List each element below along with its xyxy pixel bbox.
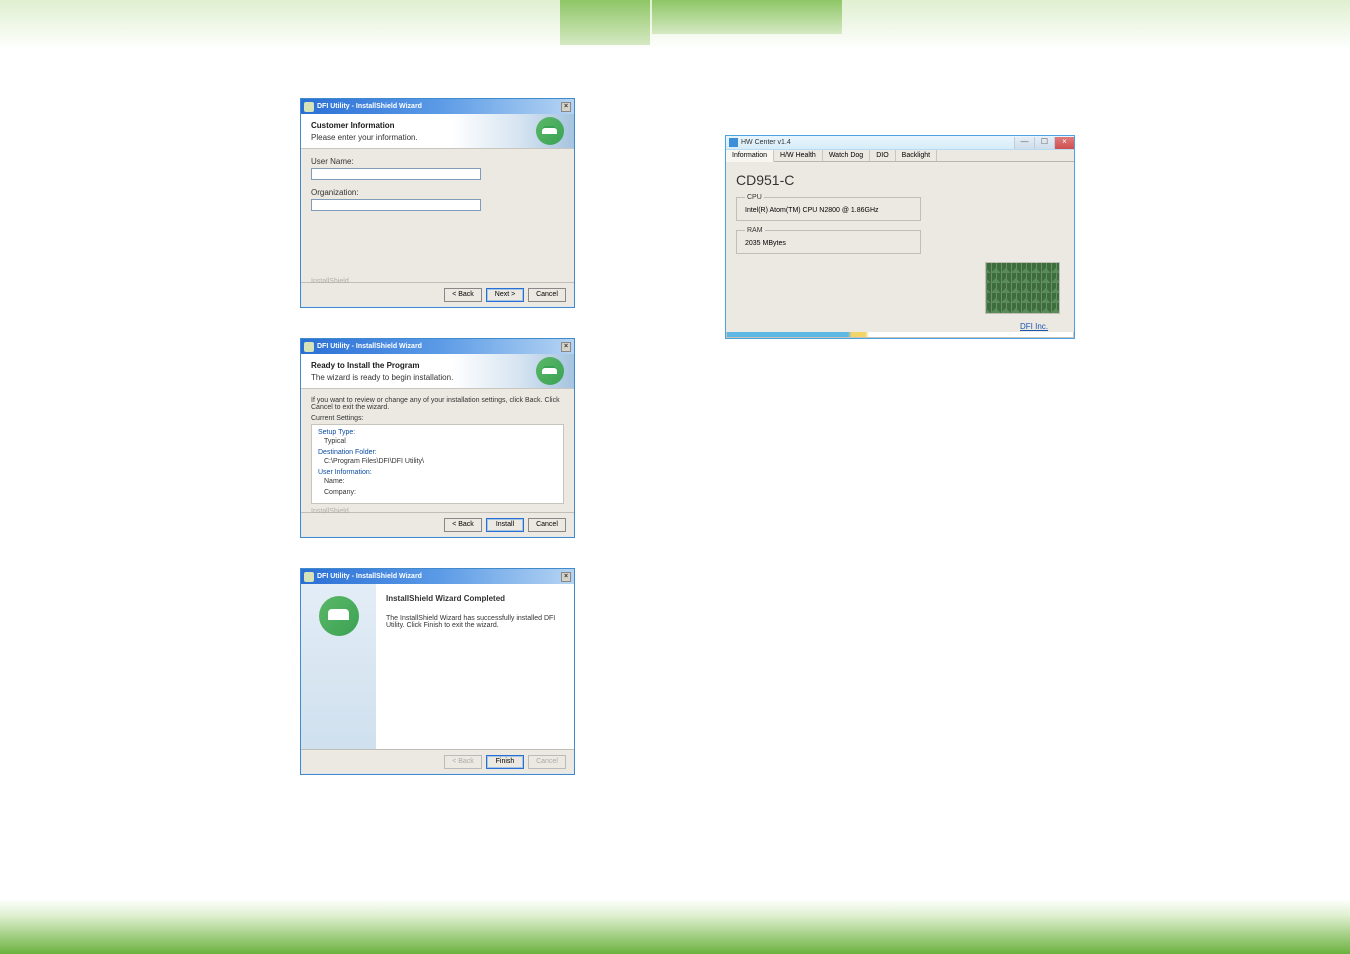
right-column: HW Center v1.4 — ☐ × Information H/W Hea… — [725, 135, 1075, 339]
tab-dio[interactable]: DIO — [870, 150, 895, 161]
installer-icon — [304, 572, 314, 582]
box-icon — [536, 117, 564, 145]
wizard1-titlebar: DFI Utility - InstallShield Wizard × — [301, 99, 574, 114]
hwcenter-body: CD951-C CPU Intel(R) Atom(TM) CPU N2800 … — [726, 162, 1074, 332]
close-button[interactable]: × — [1054, 137, 1074, 149]
wizard2-window-title: DFI Utility - InstallShield Wizard — [317, 343, 422, 350]
tab-watch-dog[interactable]: Watch Dog — [823, 150, 870, 161]
wizard1-header: Customer Information Please enter your i… — [301, 114, 574, 149]
tab-hw-health[interactable]: H/W Health — [774, 150, 823, 161]
hwcenter-titlebar: HW Center v1.4 — ☐ × — [726, 136, 1074, 150]
installshield-brand: InstallShield — [311, 278, 349, 302]
dest-folder-value: C:\Program Files\DFI\DFI Utility\ — [324, 458, 557, 465]
wizard3-heading: InstallShield Wizard Completed — [386, 594, 564, 603]
current-settings-label: Current Settings: — [311, 415, 564, 422]
wizard2-heading: Ready to Install the Program — [311, 361, 453, 370]
content-area: DFI Utility - InstallShield Wizard × Cus… — [0, 50, 1350, 880]
close-icon[interactable]: × — [561, 572, 571, 582]
install-button[interactable]: Install — [486, 518, 524, 532]
wizard-customer-info: DFI Utility - InstallShield Wizard × Cus… — [300, 98, 575, 308]
hwcenter-window: HW Center v1.4 — ☐ × Information H/W Hea… — [725, 135, 1075, 339]
installshield-brand: InstallShield — [311, 508, 349, 532]
wizard2-header: Ready to Install the Program The wizard … — [301, 354, 574, 389]
finish-button[interactable]: Finish — [486, 755, 524, 769]
dfi-link[interactable]: DFI Inc. — [1020, 322, 1048, 331]
user-name-input[interactable] — [311, 168, 481, 180]
tab-backlight[interactable]: Backlight — [896, 150, 937, 161]
back-button[interactable]: < Back — [444, 518, 482, 532]
cpu-group: CPU Intel(R) Atom(TM) CPU N2800 @ 1.86GH… — [736, 194, 921, 221]
wizard1-body: User Name: Organization: — [301, 149, 574, 282]
user-company-row: Company: — [324, 489, 557, 496]
wizard3-body: InstallShield Wizard Completed The Insta… — [301, 584, 574, 749]
wizard3-footer: < Back Finish Cancel — [301, 749, 574, 774]
settings-box: Setup Type: Typical Destination Folder: … — [311, 424, 564, 504]
board-name: CD951-C — [736, 172, 1064, 188]
wizard2-footer: InstallShield < Back Install Cancel — [301, 512, 574, 537]
board-photo — [985, 262, 1060, 314]
wizard3-sidebar — [301, 584, 376, 749]
back-button[interactable]: < Back — [444, 288, 482, 302]
wizard3-titlebar: DFI Utility - InstallShield Wizard × — [301, 569, 574, 584]
cancel-button[interactable]: Cancel — [528, 288, 566, 302]
minimize-button[interactable]: — — [1014, 137, 1034, 149]
cancel-button: Cancel — [528, 755, 566, 769]
wizard1-window-title: DFI Utility - InstallShield Wizard — [317, 103, 422, 110]
dest-folder-label: Destination Folder: — [318, 449, 557, 456]
user-info-label: User Information: — [318, 469, 557, 476]
wizard-completed: DFI Utility - InstallShield Wizard × Ins… — [300, 568, 575, 775]
back-button: < Back — [444, 755, 482, 769]
maximize-button[interactable]: ☐ — [1034, 137, 1054, 149]
organization-input[interactable] — [311, 199, 481, 211]
tab-information[interactable]: Information — [726, 150, 774, 162]
wizard2-subheading: The wizard is ready to begin installatio… — [311, 373, 453, 382]
window-controls: — ☐ × — [1014, 137, 1074, 149]
wizard-ready-install: DFI Utility - InstallShield Wizard × Rea… — [300, 338, 575, 538]
hwcenter-title: HW Center v1.4 — [741, 139, 791, 146]
left-column: DFI Utility - InstallShield Wizard × Cus… — [300, 98, 575, 805]
wizard1-heading: Customer Information — [311, 121, 418, 130]
cpu-legend: CPU — [745, 194, 764, 201]
box-icon — [319, 596, 359, 636]
wizard1-subheading: Please enter your information. — [311, 133, 418, 142]
ram-value: 2035 MBytes — [745, 240, 912, 247]
box-icon — [536, 357, 564, 385]
header-tab-block — [560, 0, 650, 45]
app-icon — [729, 138, 738, 147]
wizard3-window-title: DFI Utility - InstallShield Wizard — [317, 573, 422, 580]
close-icon[interactable]: × — [561, 102, 571, 112]
page-footer-band — [0, 899, 1350, 954]
ram-group: RAM 2035 MBytes — [736, 227, 921, 254]
installer-icon — [304, 102, 314, 112]
setup-type-value: Typical — [324, 438, 557, 445]
status-bar — [726, 332, 1074, 338]
page-header-band — [0, 0, 1350, 50]
user-name-row: Name: — [324, 478, 557, 485]
wizard2-intro: If you want to review or change any of y… — [311, 397, 564, 411]
wizard1-footer: InstallShield < Back Next > Cancel — [301, 282, 574, 307]
wizard2-titlebar: DFI Utility - InstallShield Wizard × — [301, 339, 574, 354]
cancel-button[interactable]: Cancel — [528, 518, 566, 532]
wizard3-rightpanel: InstallShield Wizard Completed The Insta… — [376, 584, 574, 749]
close-icon[interactable]: × — [561, 342, 571, 352]
cpu-value: Intel(R) Atom(TM) CPU N2800 @ 1.86GHz — [745, 207, 912, 214]
wizard3-body-text: The InstallShield Wizard has successfull… — [386, 615, 564, 629]
wizard2-body: If you want to review or change any of y… — [301, 389, 574, 512]
ram-legend: RAM — [745, 227, 765, 234]
header-tab-block-2 — [652, 0, 842, 34]
hwcenter-tabs: Information H/W Health Watch Dog DIO Bac… — [726, 150, 1074, 162]
installer-icon — [304, 342, 314, 352]
next-button[interactable]: Next > — [486, 288, 524, 302]
setup-type-label: Setup Type: — [318, 429, 557, 436]
organization-label: Organization: — [311, 188, 564, 197]
user-name-label: User Name: — [311, 157, 564, 166]
